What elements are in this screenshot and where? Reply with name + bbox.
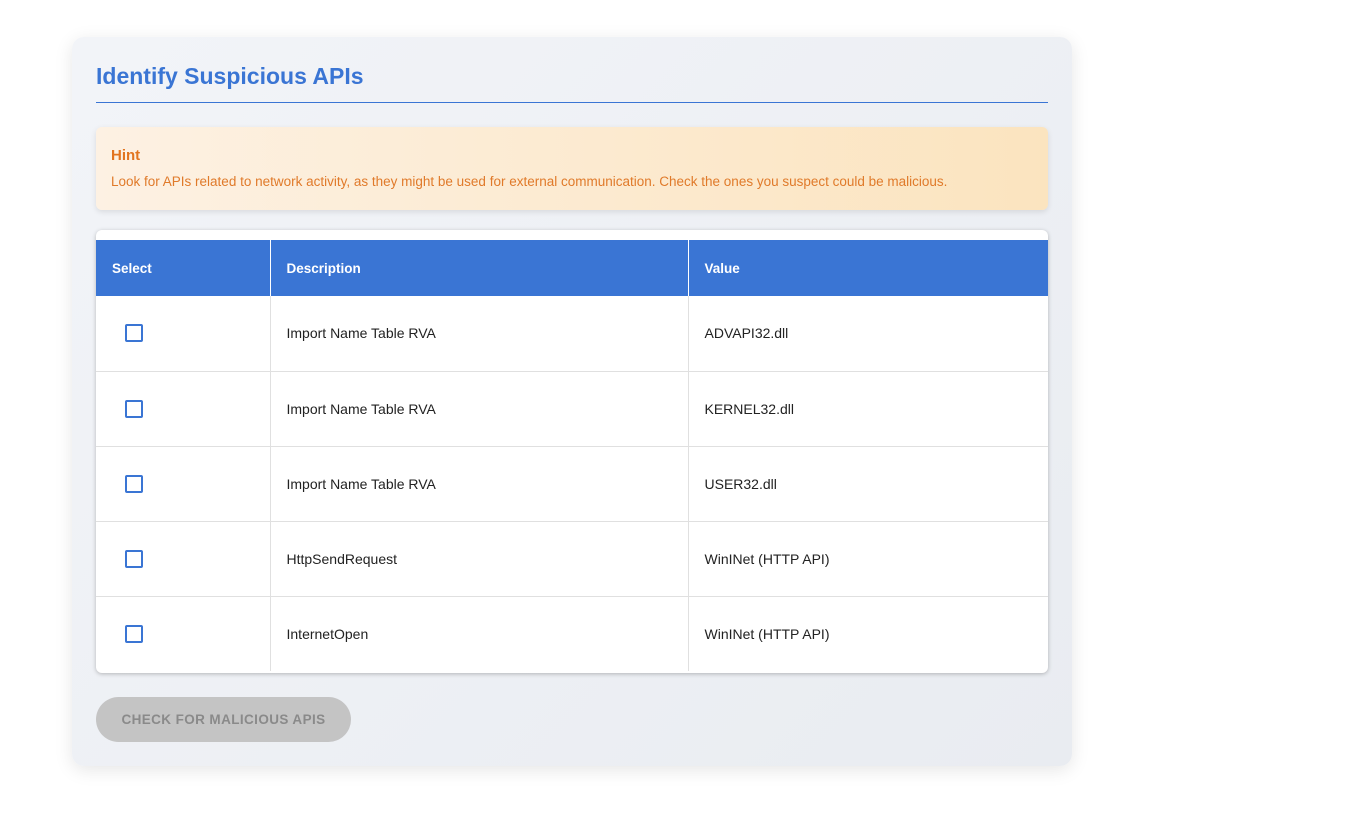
description-cell: HttpSendRequest (270, 520, 689, 596)
value-cell: USER32.dll (688, 445, 1048, 521)
table-row: HttpSendRequest WinINet (HTTP API) (96, 520, 1048, 596)
table-row: Import Name Table RVA ADVAPI32.dll (96, 296, 1048, 371)
row-checkbox[interactable] (125, 399, 143, 418)
description-cell: InternetOpen (270, 595, 689, 671)
row-checkbox[interactable] (125, 624, 143, 643)
header-value: Value (688, 240, 1048, 296)
select-cell (96, 595, 271, 671)
value-cell: ADVAPI32.dll (704, 325, 789, 342)
table-row: InternetOpen WinINet (HTTP API) (96, 595, 1048, 671)
api-panel: Identify Suspicious APIs Hint Look for A… (72, 37, 1072, 766)
api-table-container: Select Description Value Import Name Tab… (96, 230, 1048, 673)
select-cell (96, 520, 271, 596)
title-divider (96, 102, 1048, 103)
table-header-row: Select Description Value (96, 240, 1048, 296)
hint-text: Look for APIs related to network activit… (111, 174, 948, 189)
header-description: Description (270, 240, 689, 296)
select-cell (96, 296, 271, 371)
table-row: Import Name Table RVA USER32.dll (96, 445, 1048, 521)
check-malicious-apis-button[interactable]: CHECK FOR MALICIOUS APIS (96, 697, 351, 742)
table-row: Import Name Table RVA KERNEL32.dll (96, 370, 1048, 446)
description-cell: Import Name Table RVA (270, 370, 689, 446)
select-cell (96, 370, 271, 446)
value-cell: KERNEL32.dll (688, 370, 1048, 446)
value-cell: WinINet (HTTP API) (688, 595, 1048, 671)
description-cell: Import Name Table RVA (270, 445, 689, 521)
hint-title: Hint (111, 147, 141, 164)
row-checkbox[interactable] (125, 549, 143, 568)
description-cell: Import Name Table RVA (270, 296, 689, 371)
panel-title: Identify Suspicious APIs (96, 63, 364, 89)
row-checkbox[interactable] (125, 474, 143, 493)
header-select: Select (96, 240, 271, 296)
row-checkbox[interactable] (125, 324, 143, 343)
select-cell (96, 445, 271, 521)
hint-box: Hint Look for APIs related to network ac… (96, 127, 1048, 210)
value-cell: WinINet (HTTP API) (688, 520, 1048, 596)
api-table: Select Description Value Import Name Tab… (96, 240, 1048, 671)
